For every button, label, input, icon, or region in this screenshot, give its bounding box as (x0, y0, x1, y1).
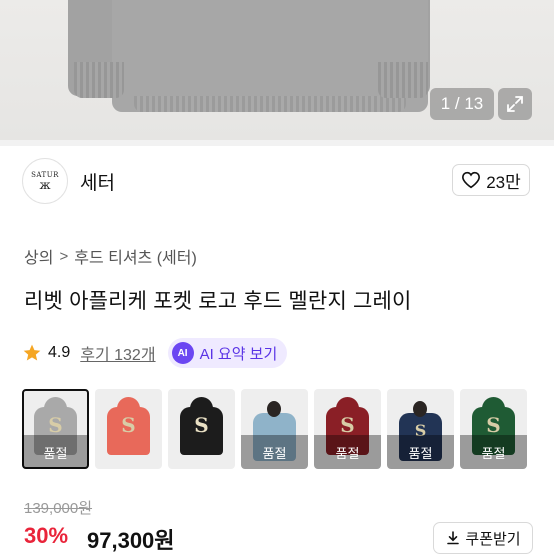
product-main-image[interactable]: 1 / 13 (0, 0, 554, 140)
s-logo-icon: S (194, 413, 209, 437)
image-counter: 1 / 13 (430, 88, 494, 120)
s-logo-icon: S (121, 413, 136, 437)
expand-icon (507, 96, 523, 112)
soldout-badge: 품절 (387, 435, 454, 469)
chevron-right-icon: > (59, 247, 69, 265)
coupon-label: 쿠폰받기 (465, 530, 521, 548)
expand-image-button[interactable] (498, 88, 532, 120)
option-thumbnail-skyblue[interactable]: 품절 (241, 389, 308, 469)
option-thumbnail-black[interactable]: S (168, 389, 235, 469)
option-thumbnail-gray[interactable]: S 품절 (22, 389, 89, 469)
hoodie-right-cuff (378, 62, 428, 98)
ai-icon: AI (171, 342, 194, 364)
soldout-badge: 품절 (314, 435, 381, 469)
sale-price: 97,300원 (87, 528, 175, 553)
like-button[interactable]: 23만 (452, 164, 530, 196)
ai-summary-button[interactable]: AI AI 요약 보기 (167, 338, 288, 368)
s-logo-icon: S (340, 413, 355, 437)
seller-name[interactable]: 세터 (80, 168, 115, 195)
color-options: S 품절 S S 품절 S 품절 S 품절 S 품절 (22, 389, 527, 469)
option-thumbnail-green[interactable]: S 품절 (460, 389, 527, 469)
coupon-button[interactable]: 쿠폰받기 (433, 522, 533, 554)
like-count: 23만 (486, 172, 521, 192)
soldout-badge: 품절 (22, 435, 89, 469)
download-icon (447, 531, 460, 545)
breadcrumb: 상의 > 후드 티셔츠 (세터) (24, 244, 197, 268)
model-head (413, 401, 427, 417)
s-logo-icon: S (486, 413, 501, 437)
model-head (267, 401, 281, 417)
discount-rate: 30% (24, 523, 69, 548)
hoodie-left-cuff (74, 62, 124, 98)
rating-row: 4.9 후기 132개 AI AI 요약 보기 (22, 338, 288, 368)
seller-logo[interactable]: SATUR ж (22, 158, 68, 204)
heart-icon (462, 171, 481, 189)
option-thumbnail-navy[interactable]: S 품절 (387, 389, 454, 469)
product-title: 리벳 아플리케 포켓 로고 후드 멜란지 그레이 (24, 290, 412, 313)
option-thumbnail-coral[interactable]: S (95, 389, 162, 469)
rating-value: 4.9 (48, 344, 71, 361)
breadcrumb-item-top[interactable]: 상의 (24, 244, 53, 268)
section-divider (0, 140, 554, 146)
review-count-link[interactable]: 후기 132개 (80, 341, 155, 365)
soldout-badge: 품절 (241, 435, 308, 469)
soldout-badge: 품절 (460, 435, 527, 469)
breadcrumb-item-hoodie[interactable]: 후드 티셔츠 (세터) (74, 244, 197, 268)
option-thumbnail-burgundy[interactable]: S 품절 (314, 389, 381, 469)
seller-logo-mark: ж (39, 178, 51, 192)
original-price: 139,000원 (24, 500, 93, 517)
s-logo-icon: S (48, 413, 63, 437)
star-icon (23, 344, 41, 361)
ai-summary-label: AI 요약 보기 (199, 345, 278, 363)
